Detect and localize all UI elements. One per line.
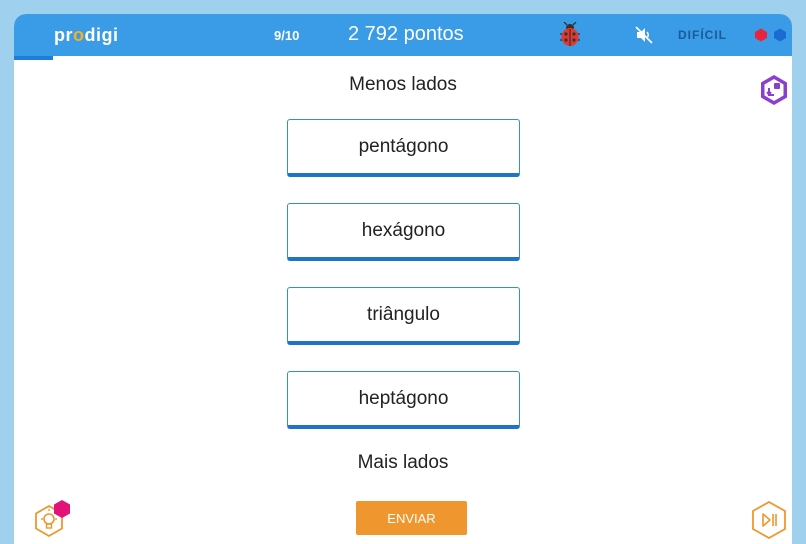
- skip-next-icon[interactable]: [750, 500, 788, 540]
- top-bar: prodigi 9/10 2 792 pontos DIFÍCIL: [14, 14, 792, 56]
- option-card[interactable]: heptágono: [287, 371, 520, 429]
- lightbulb-icon[interactable]: [32, 500, 76, 544]
- progress-bar-fill: [14, 56, 53, 60]
- submit-button[interactable]: ENVIAR: [356, 501, 467, 535]
- difficulty-label: DIFÍCIL: [678, 28, 727, 42]
- question-counter: 9/10: [274, 28, 300, 43]
- ladybug-icon: [560, 22, 580, 46]
- mute-icon[interactable]: [634, 25, 654, 45]
- ordering-top-label: Menos lados: [349, 74, 457, 95]
- option-card[interactable]: pentágono: [287, 119, 520, 177]
- difficulty-red-hexagon-icon: [755, 28, 767, 42]
- difficulty-blue-hexagon-icon: [774, 28, 786, 42]
- score-display: 2 792 pontos: [348, 23, 464, 45]
- ordering-bottom-label: Mais lados: [357, 452, 449, 473]
- option-card[interactable]: triângulo: [287, 287, 520, 345]
- option-card[interactable]: hexágono: [287, 203, 520, 261]
- game-window: prodigi 9/10 2 792 pontos DIFÍCIL Menos …: [14, 14, 792, 544]
- progress-bar: [14, 56, 792, 60]
- prodigi-logo[interactable]: prodigi: [54, 25, 119, 46]
